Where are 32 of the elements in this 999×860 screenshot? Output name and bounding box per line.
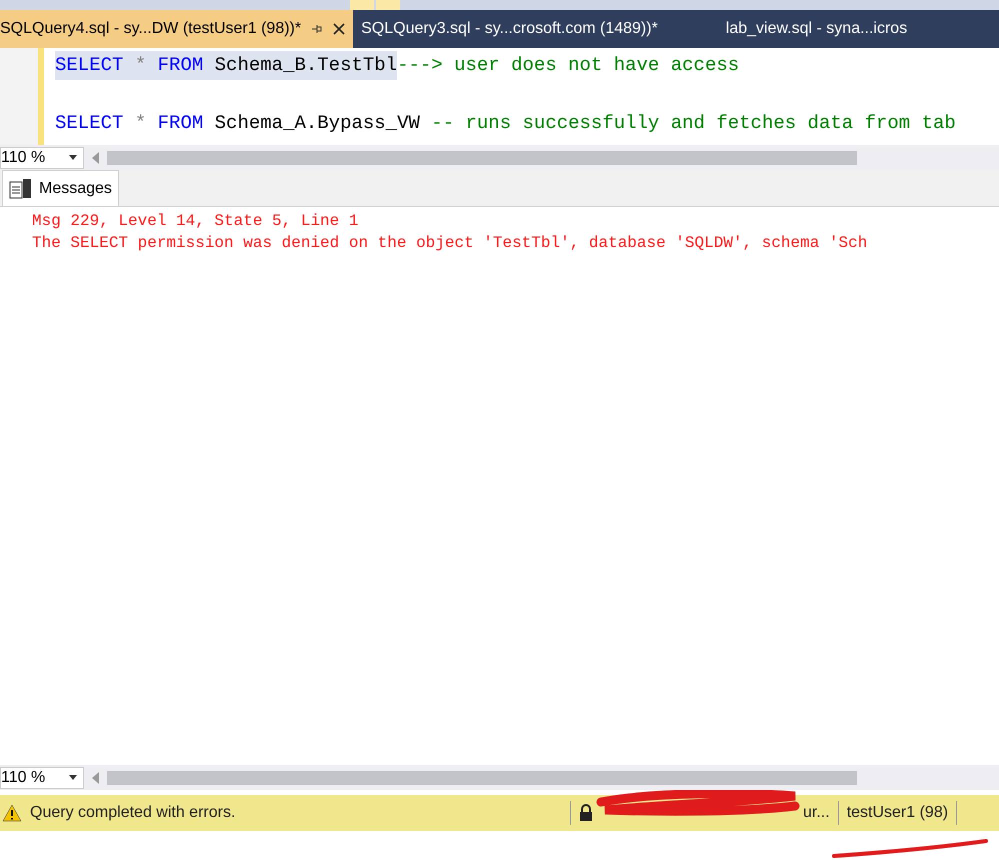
server-name: ur... (803, 803, 830, 823)
scroll-left-icon[interactable] (92, 152, 99, 164)
messages-tab[interactable]: Messages (2, 170, 119, 206)
status-message: Query completed with errors. (30, 803, 236, 823)
messages-icon (9, 178, 33, 200)
code-token: * (134, 111, 148, 136)
code-token: Schema_B.TestTbl (203, 51, 398, 80)
code-token: -- runs successfully and fetches data from tab (431, 111, 956, 136)
caret-icon (69, 775, 77, 780)
close-icon[interactable] (333, 23, 346, 35)
zoom-dropdown[interactable]: 110 % (0, 146, 84, 168)
pin-icon[interactable] (311, 23, 324, 35)
code-token: FROM (158, 51, 204, 80)
document-tab[interactable]: SQLQuery3.sql - sy...crosoft.com (1489))* (353, 10, 718, 48)
error-message: Msg 229, Level 14, State 5, Line 1 (32, 211, 360, 232)
warning-icon (2, 804, 22, 822)
zoom-dropdown[interactable]: 110 % (0, 766, 84, 788)
code-token: ---> user does not have access (397, 53, 740, 78)
caret-icon (69, 155, 77, 160)
scroll-left-icon[interactable] (92, 772, 99, 784)
horizontal-scrollbar[interactable] (107, 770, 857, 784)
user-name: testUser1 (98) (846, 803, 948, 823)
code-token: FROM (158, 111, 204, 136)
horizontal-scrollbar[interactable] (107, 150, 857, 164)
code-token: Schema_A.Bypass_VW (214, 111, 421, 136)
document-tab[interactable]: SQLQuery4.sql - sy...DW (testUser1 (98))* (0, 10, 354, 48)
code-token: SELECT (55, 111, 124, 136)
error-message: The SELECT permission was denied on the object 'TestTbl', database 'SQLDW', schema 'Sch (32, 233, 868, 254)
document-tab[interactable]: lab_view.sql - syna...icros (718, 10, 968, 48)
code-token: * (123, 51, 158, 80)
code-token: SELECT (55, 51, 124, 80)
lock-icon (579, 804, 593, 822)
